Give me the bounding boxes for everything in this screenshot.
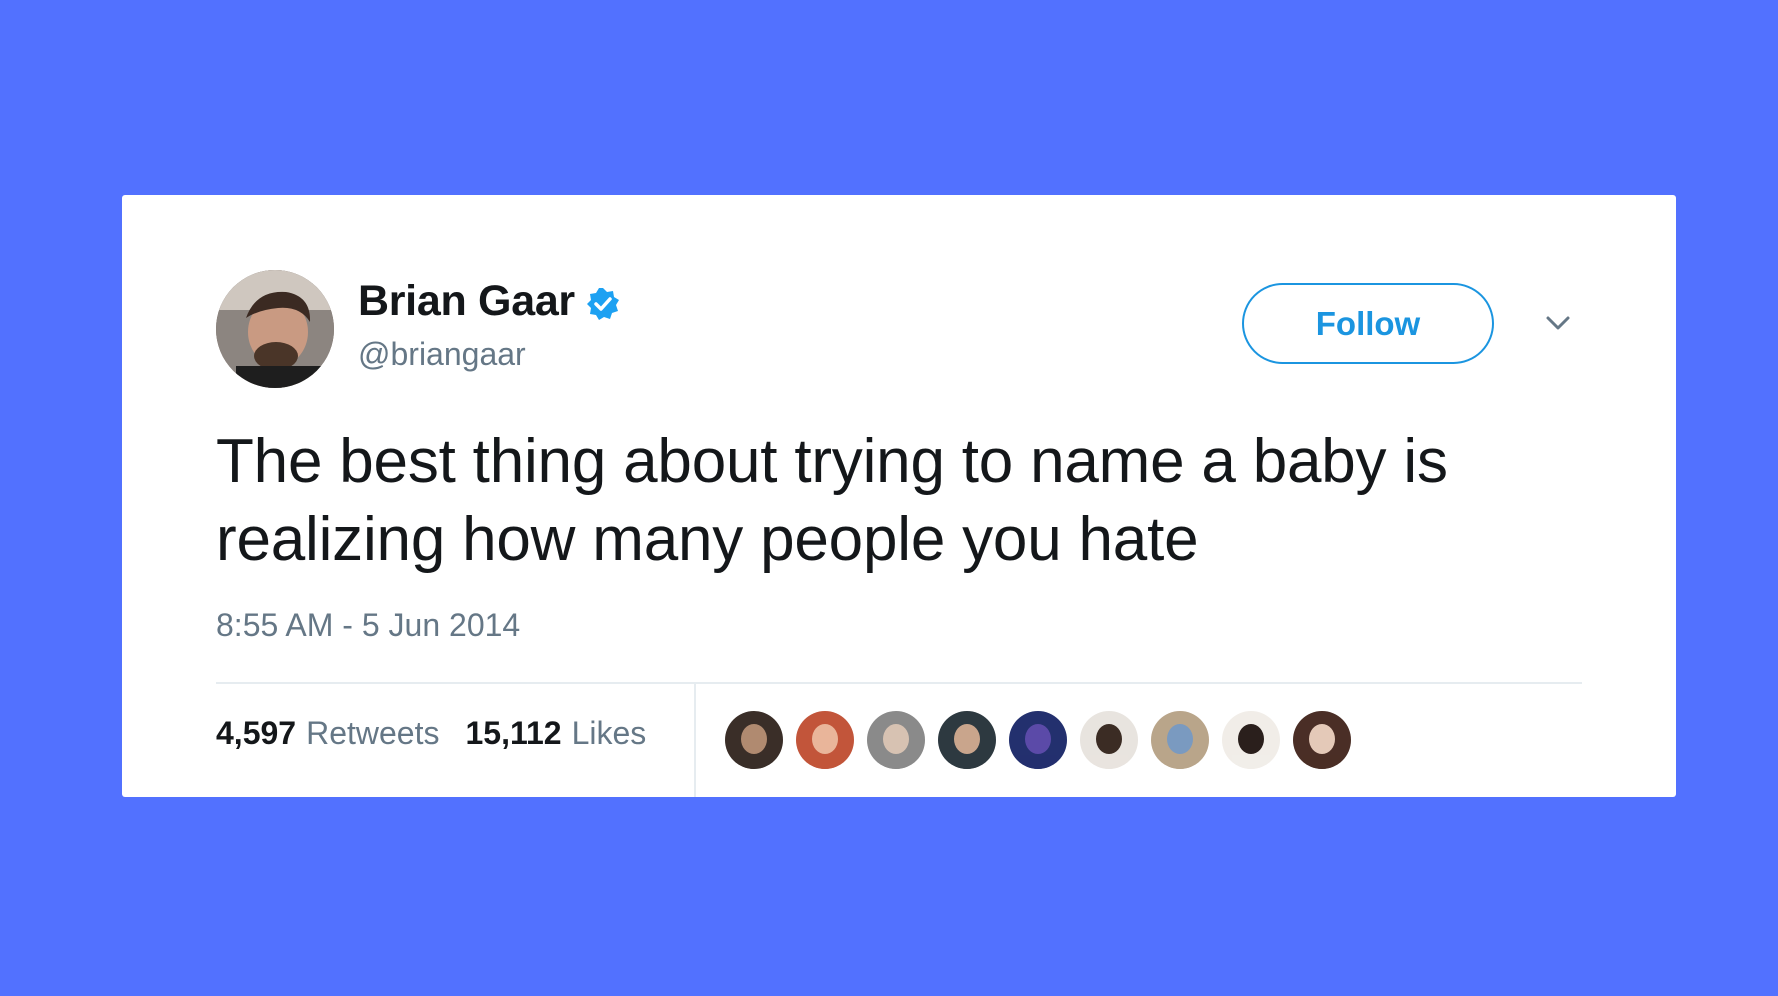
tweet-text: The best thing about trying to name a ba… [216, 427, 1448, 574]
chevron-down-icon[interactable] [1540, 305, 1576, 341]
tweet-stats: 4,597 Retweets 15,112 Likes [216, 715, 672, 752]
liker-avatar[interactable] [1009, 711, 1067, 769]
tweet-card: Brian Gaar @briangaar Follow The best th… [122, 195, 1676, 797]
liker-avatar[interactable] [867, 711, 925, 769]
liker-avatar[interactable] [1293, 711, 1351, 769]
divider [216, 682, 1582, 684]
liker-avatar[interactable] [1222, 711, 1280, 769]
liker-avatars [725, 711, 1351, 769]
liker-avatar[interactable] [938, 711, 996, 769]
author-name[interactable]: Brian Gaar [358, 277, 621, 326]
verified-badge-icon [585, 284, 621, 320]
retweet-count[interactable]: 4,597 [216, 715, 296, 752]
author-avatar[interactable] [216, 270, 334, 388]
follow-button[interactable]: Follow [1242, 283, 1494, 364]
tweet-timestamp[interactable]: 8:55 AM - 5 Jun 2014 [216, 607, 520, 644]
like-label[interactable]: Likes [572, 715, 647, 752]
divider [694, 684, 696, 797]
retweet-label[interactable]: Retweets [306, 715, 439, 752]
liker-avatar[interactable] [796, 711, 854, 769]
like-count[interactable]: 15,112 [465, 715, 561, 752]
author-handle[interactable]: @briangaar [358, 336, 526, 373]
liker-avatar[interactable] [1151, 711, 1209, 769]
liker-avatar[interactable] [1080, 711, 1138, 769]
liker-avatar[interactable] [725, 711, 783, 769]
author-name-text[interactable]: Brian Gaar [358, 277, 575, 326]
